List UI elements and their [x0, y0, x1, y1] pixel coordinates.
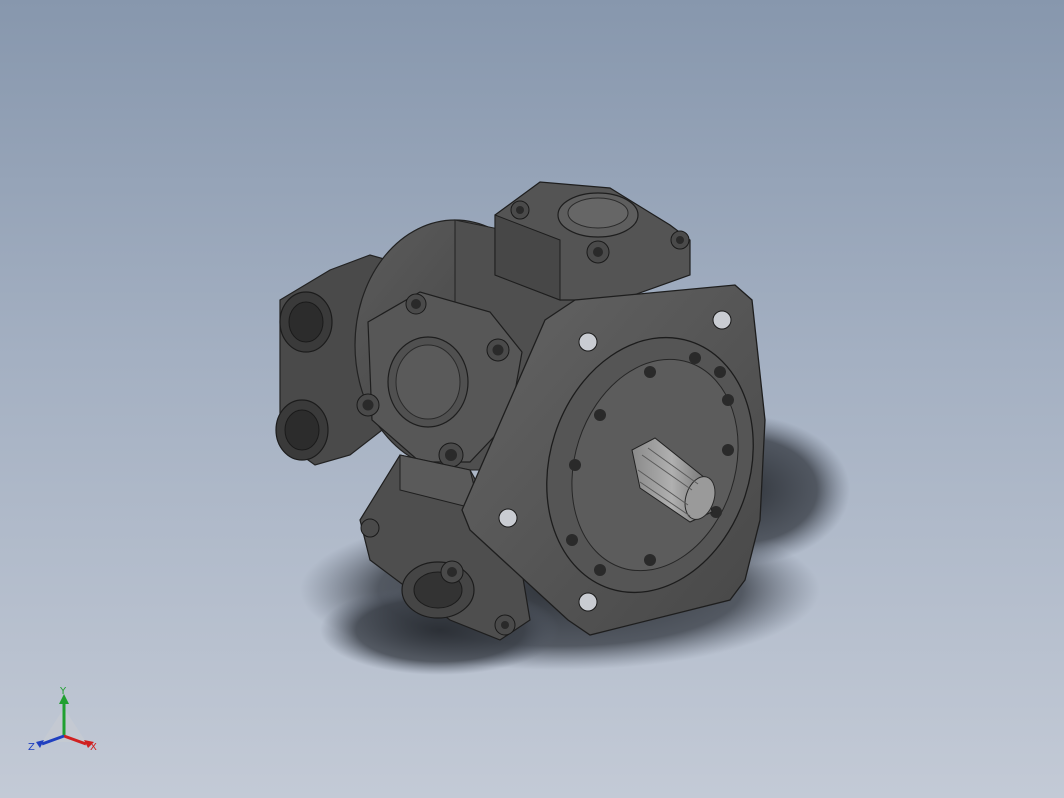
z-axis-label: Z — [28, 742, 35, 753]
x-axis-label: X — [90, 742, 97, 753]
top-port-block — [494, 181, 691, 301]
graphics-viewport[interactable]: Y X Z — [0, 0, 1064, 798]
reference-triad: Y X Z — [28, 686, 97, 753]
hydraulic-motor-model[interactable] — [0, 0, 1064, 798]
y-axis-label: Y — [59, 686, 67, 697]
